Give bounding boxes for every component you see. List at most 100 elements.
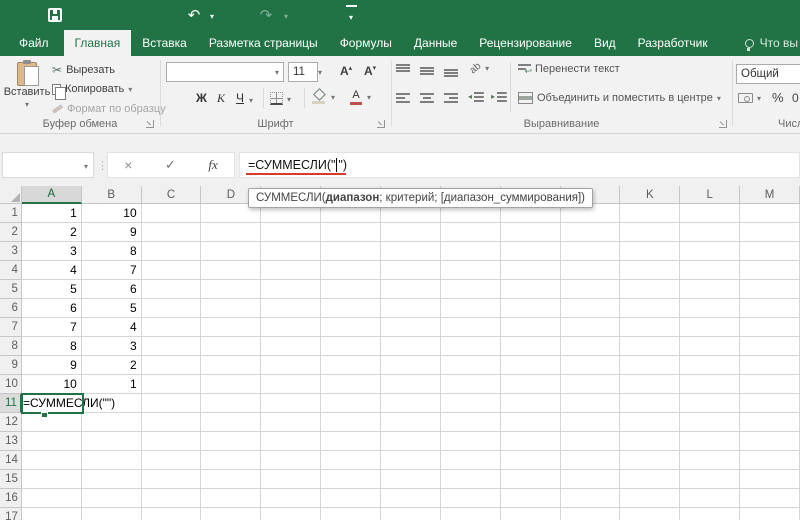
cell-G10[interactable] [381,375,441,394]
cell-B9[interactable]: 2 [82,356,142,375]
cell-H7[interactable] [441,318,501,337]
cell-I16[interactable] [501,489,561,508]
align-center-button[interactable] [420,92,434,105]
fill-color-button[interactable] [311,89,335,105]
cell-E12[interactable] [261,413,321,432]
font-color-button[interactable] [349,89,371,105]
cell-M10[interactable] [740,375,800,394]
cell-J16[interactable] [561,489,621,508]
number-format-combo[interactable]: Общий [736,64,800,84]
cell-D15[interactable] [201,470,261,489]
cell-F14[interactable] [321,451,381,470]
cell-G7[interactable] [381,318,441,337]
cell-C17[interactable] [142,508,202,520]
undo-button[interactable] [184,0,204,30]
cell-I2[interactable] [501,223,561,242]
cell-C15[interactable] [142,470,202,489]
confirm-entry-button[interactable] [165,157,176,173]
cell-C1[interactable] [142,204,202,223]
percent-style-button[interactable]: % [772,90,784,105]
cell-J8[interactable] [561,337,621,356]
column-header-C[interactable]: C [142,186,202,204]
insert-function-button[interactable]: fx [208,157,217,173]
cell-M1[interactable] [740,204,800,223]
cell-B16[interactable] [82,489,142,508]
tab-2[interactable]: Вставка [131,30,198,56]
row-header-1[interactable]: 1 [0,204,22,223]
increase-indent-button[interactable] [493,92,507,103]
cell-L1[interactable] [680,204,740,223]
cell-D12[interactable] [201,413,261,432]
cell-A5[interactable]: 5 [22,280,82,299]
cell-E5[interactable] [261,280,321,299]
cell-K6[interactable] [620,299,680,318]
cell-M4[interactable] [740,261,800,280]
cell-H8[interactable] [441,337,501,356]
cell-M15[interactable] [740,470,800,489]
cell-J13[interactable] [561,432,621,451]
currency-format-button[interactable] [738,92,761,104]
cell-F5[interactable] [321,280,381,299]
cell-H5[interactable] [441,280,501,299]
cell-C9[interactable] [142,356,202,375]
cell-D9[interactable] [201,356,261,375]
cell-E8[interactable] [261,337,321,356]
cell-G8[interactable] [381,337,441,356]
cell-G16[interactable] [381,489,441,508]
cell-F13[interactable] [321,432,381,451]
cell-J2[interactable] [561,223,621,242]
cell-L3[interactable] [680,242,740,261]
borders-button[interactable] [270,92,291,105]
cell-F8[interactable] [321,337,381,356]
cell-I11[interactable] [501,394,561,413]
cell-M17[interactable] [740,508,800,520]
tell-me-box[interactable]: Что вы [745,30,800,56]
cell-M9[interactable] [740,356,800,375]
cell-D13[interactable] [201,432,261,451]
cell-D7[interactable] [201,318,261,337]
cell-B8[interactable]: 3 [82,337,142,356]
font-size-dropdown[interactable] [318,66,322,78]
cell-K10[interactable] [620,375,680,394]
cell-K9[interactable] [620,356,680,375]
cell-A15[interactable] [22,470,82,489]
cell-F17[interactable] [321,508,381,520]
cell-G15[interactable] [381,470,441,489]
merge-center-button[interactable]: Объединить и поместить в центре [518,92,721,104]
cell-L11[interactable] [680,394,740,413]
cell-H11[interactable] [441,394,501,413]
cell-E14[interactable] [261,451,321,470]
cell-F10[interactable] [321,375,381,394]
row-header-8[interactable]: 8 [0,337,22,356]
qat-customize-button[interactable] [342,0,360,30]
cell-G3[interactable] [381,242,441,261]
cell-L12[interactable] [680,413,740,432]
cell-D10[interactable] [201,375,261,394]
cell-C11[interactable] [142,394,202,413]
undo-dropdown[interactable] [206,0,218,30]
cell-B6[interactable]: 5 [82,299,142,318]
cell-D6[interactable] [201,299,261,318]
cell-A6[interactable]: 6 [22,299,82,318]
row-header-13[interactable]: 13 [0,432,22,451]
decrease-indent-button[interactable] [470,92,484,103]
row-header-14[interactable]: 14 [0,451,22,470]
cell-G13[interactable] [381,432,441,451]
cell-C3[interactable] [142,242,202,261]
cell-H6[interactable] [441,299,501,318]
row-header-4[interactable]: 4 [0,261,22,280]
cell-D17[interactable] [201,508,261,520]
grow-font-button[interactable] [340,64,352,78]
cell-G14[interactable] [381,451,441,470]
cell-C13[interactable] [142,432,202,451]
font-dialog-launcher-icon[interactable] [377,120,385,128]
save-button[interactable] [44,0,66,30]
cell-M3[interactable] [740,242,800,261]
cell-D8[interactable] [201,337,261,356]
cell-B17[interactable] [82,508,142,520]
cell-B7[interactable]: 4 [82,318,142,337]
cell-C4[interactable] [142,261,202,280]
active-cell-handle[interactable] [41,412,48,418]
cell-J12[interactable] [561,413,621,432]
cell-C16[interactable] [142,489,202,508]
